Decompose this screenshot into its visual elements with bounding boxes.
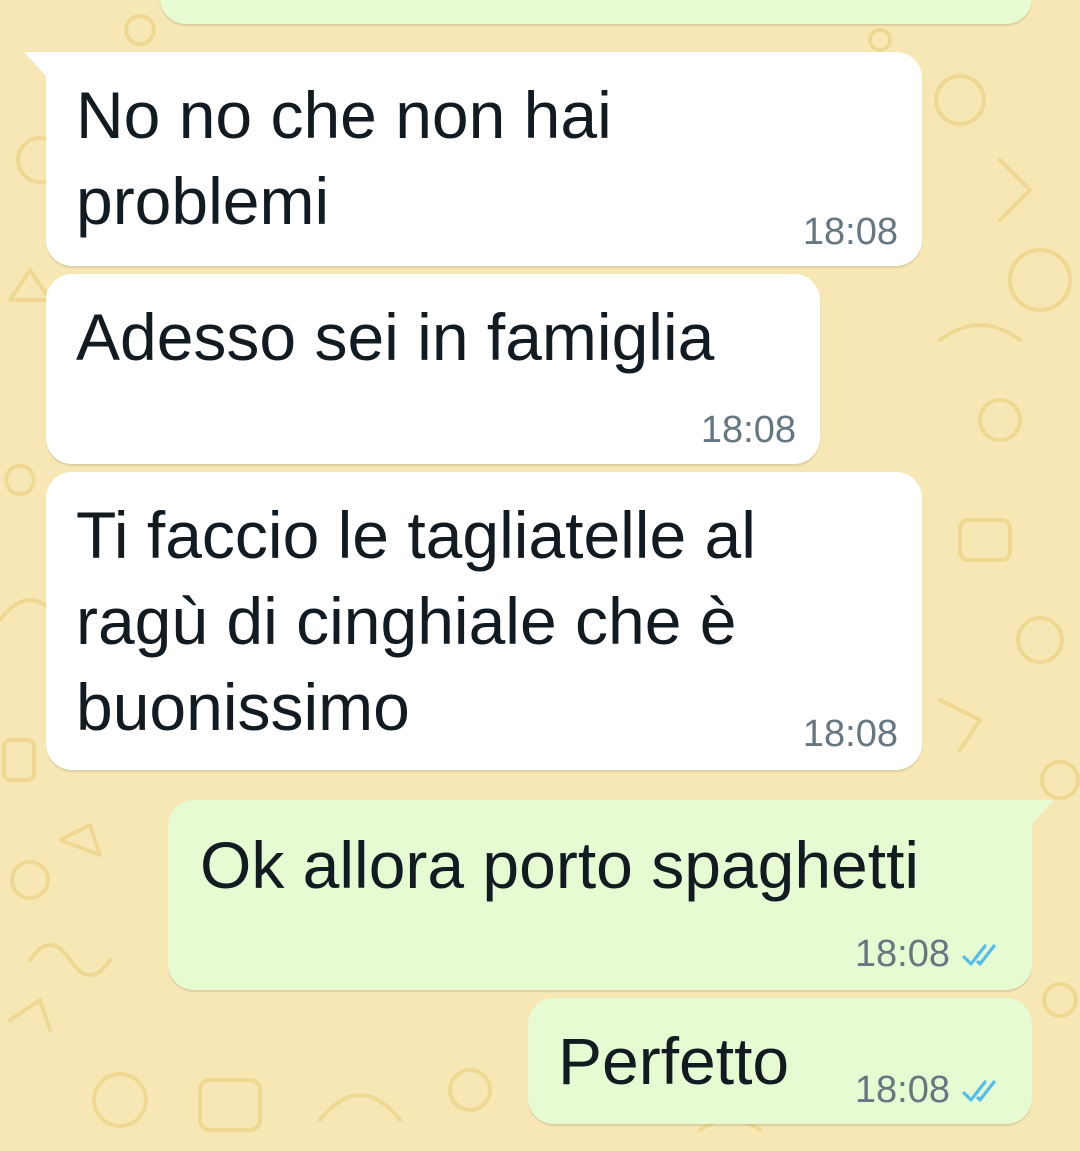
previous-outgoing-message[interactable] <box>160 0 1032 24</box>
incoming-message-bubble[interactable]: Ti faccio le tagliatelle al ragù di cing… <box>46 472 922 770</box>
message-text: No no che non hai problemi <box>76 78 612 238</box>
read-receipt-icon <box>962 1080 996 1102</box>
message-timestamp: 18:08 <box>854 1069 950 1111</box>
message-text: Ti faccio le tagliatelle al ragù di cing… <box>76 498 756 744</box>
outgoing-message-bubble[interactable]: Ok allora porto spaghetti 18:08 <box>168 800 1054 990</box>
message-timestamp: 18:08 <box>700 409 796 451</box>
message-text: Perfetto <box>558 1024 790 1098</box>
message-timestamp: 18:08 <box>854 933 950 975</box>
incoming-message-bubble[interactable]: No no che non hai problemi 18:08 <box>24 52 922 266</box>
incoming-message-bubble[interactable]: Adesso sei in famiglia 18:08 <box>46 274 820 464</box>
message-timestamp: 18:08 <box>802 713 898 755</box>
message-text: Ok allora porto spaghetti <box>200 828 920 902</box>
outgoing-message-bubble[interactable]: Perfetto 18:08 <box>528 998 1032 1124</box>
message-timestamp: 18:08 <box>802 211 898 253</box>
message-text: Adesso sei in famiglia <box>76 300 715 374</box>
read-receipt-icon <box>962 944 996 966</box>
